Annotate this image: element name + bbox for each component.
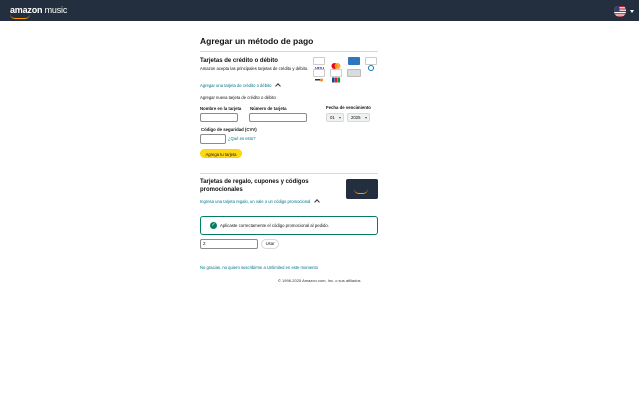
- use-code-button[interactable]: Usar: [261, 239, 279, 249]
- add-card-toggle-label: Agregar una tarjeta de crédito o débito: [200, 83, 272, 88]
- amazon-gift-card-icon: [346, 179, 378, 199]
- add-card-button[interactable]: Agrega tu tarjeta: [200, 149, 242, 158]
- diners-icon: [365, 57, 377, 71]
- card-number-input[interactable]: [249, 113, 307, 122]
- success-message: Aplicaste correctamente el código promoc…: [220, 223, 329, 228]
- cvv-input[interactable]: [200, 134, 226, 144]
- expiry-year-select[interactable]: 2025: [347, 113, 370, 122]
- smile-icon: [354, 189, 368, 194]
- expiry-label: Fecha de vencimiento: [326, 105, 371, 110]
- amazon-music-logo[interactable]: amazon music: [10, 5, 68, 19]
- divider: [200, 51, 378, 52]
- card-name-input[interactable]: [200, 113, 238, 122]
- cards-section-description: Amazon acepta las principales tarjetas d…: [200, 66, 309, 71]
- check-icon: ✓: [210, 222, 217, 229]
- card-name-label: Nombre en la tarjeta: [200, 106, 242, 111]
- divider: [200, 173, 378, 174]
- discover-icon: [313, 69, 325, 82]
- chevron-down-icon: [339, 117, 341, 119]
- generic-card-icon: [347, 69, 361, 77]
- promo-code-input[interactable]: 2: [200, 239, 258, 249]
- add-card-toggle-link[interactable]: Agregar una tarjeta de crédito o débito: [200, 83, 281, 89]
- expiry-year-value: 2025: [351, 115, 361, 120]
- cards-section-title: Tarjetas de crédito o débito: [200, 58, 278, 64]
- us-flag-icon[interactable]: [614, 5, 626, 17]
- logo-product-text: music: [42, 5, 68, 15]
- cvv-label: Código de seguridad (CVV): [201, 127, 257, 132]
- amex-icon: [348, 57, 360, 67]
- visa-icon: VISA: [313, 57, 326, 71]
- chevron-up-icon: [274, 83, 281, 89]
- footer-copyright: © 1996-2025 Amazon.com, Inc. o sus afili…: [278, 278, 361, 283]
- smile-icon: [10, 14, 30, 19]
- success-alert: ✓ Aplicaste correctamente el código prom…: [200, 216, 378, 235]
- chevron-up-icon: [313, 199, 320, 205]
- expiry-month-value: 01: [330, 115, 335, 120]
- card-number-label: Número de tarjeta: [250, 106, 287, 111]
- chevron-down-icon: [365, 117, 367, 119]
- gift-toggle-link[interactable]: Ingresa una tarjeta regalo, un vale o un…: [200, 199, 320, 205]
- language-chevron-down-icon[interactable]: [630, 10, 634, 13]
- decline-link[interactable]: No gracias, no quiero suscribirme a Unli…: [200, 265, 318, 271]
- new-card-heading: Agregar nueva tarjeta de crédito o débit…: [200, 95, 276, 100]
- mastercard-icon: [330, 57, 342, 69]
- gift-toggle-label: Ingresa una tarjeta regalo, un vale o un…: [200, 199, 311, 204]
- top-bar: amazon music: [0, 0, 639, 21]
- jcb-icon: [330, 69, 342, 83]
- expiry-month-select[interactable]: 01: [326, 113, 344, 122]
- cvv-help-link[interactable]: ¿Qué es esto?: [228, 136, 255, 142]
- gift-section-title: Tarjetas de regalo, cupones y códigos pr…: [200, 179, 309, 193]
- page-title: Agregar un método de pago: [200, 36, 314, 46]
